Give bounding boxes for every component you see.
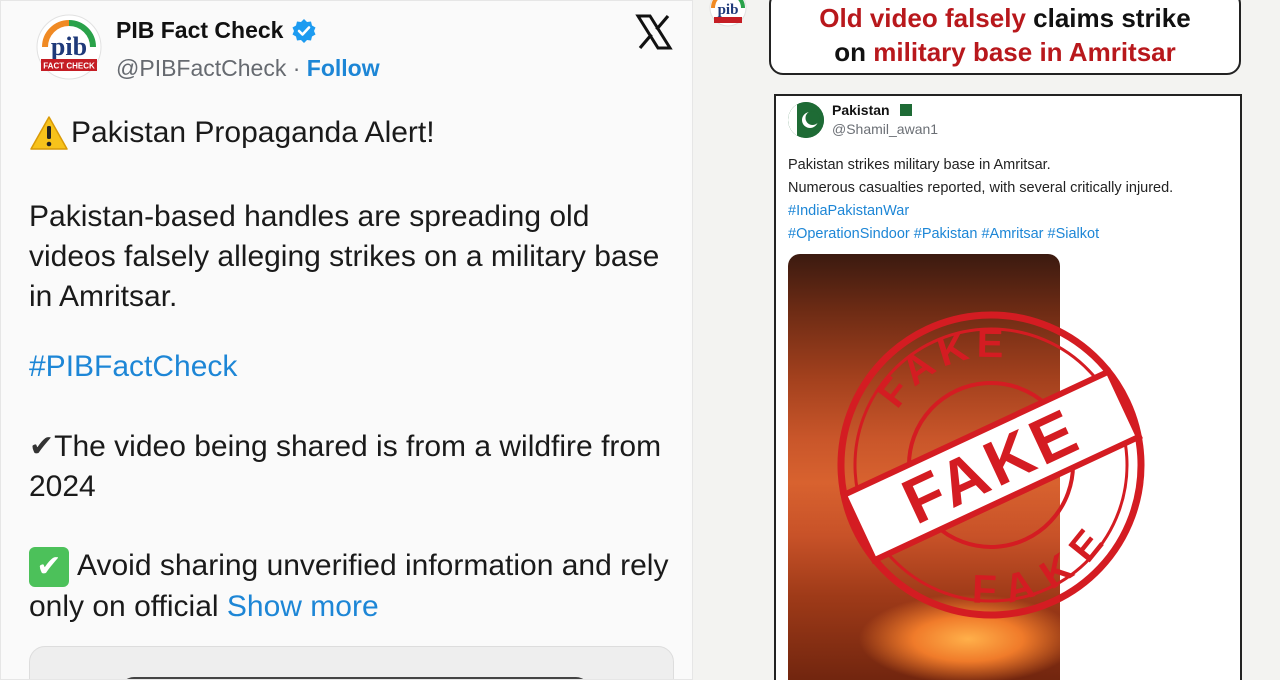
shared-hashtags-1: #IndiaPakistanWar [788, 203, 910, 219]
author-handle-row: @PIBFactCheck · Follow [116, 55, 380, 82]
pib-tweet-card: pib FACT CHECK PIB Fact Check @PIBFactCh… [0, 0, 693, 680]
headline-red-2: military base in Amritsar [873, 37, 1176, 67]
small-logo-text: pib [718, 2, 739, 18]
shared-post-text: Pakistan strikes military base in Amrits… [788, 154, 1238, 246]
author-handle[interactable]: @PIBFactCheck [116, 55, 286, 81]
author-name[interactable]: PIB Fact Check [116, 17, 283, 44]
green-check-icon: ✔ [29, 547, 69, 588]
verified-badge-icon [292, 18, 316, 43]
handle-separator: · [292, 55, 301, 81]
shared-line-1: Pakistan strikes military base in Amrits… [788, 157, 1051, 173]
show-more-link[interactable]: Show more [227, 590, 379, 623]
shared-hashtags-2: #OperationSindoor #Pakistan #Amritsar #S… [788, 226, 1100, 242]
check-mark-icon: ✔ [29, 429, 55, 464]
alert-text: Pakistan Propaganda Alert! [71, 116, 435, 149]
pakistan-flag-icon [895, 104, 912, 116]
avatar-logo-text: pib [51, 32, 87, 61]
shared-author-handle: @Shamil_awan1 [832, 121, 939, 137]
headline-banner: Old video falsely claims strike on milit… [769, 0, 1241, 75]
alert-line: Pakistan Propaganda Alert! [29, 113, 435, 153]
stamp-word-center: FAKE [892, 394, 1092, 538]
claim-text: Pakistan-based handles are spreading old… [29, 200, 660, 313]
shared-author-row: Pakistan [832, 102, 912, 118]
headline-dark-1: claims strike [1033, 3, 1191, 33]
video-source-text: The video being shared is from a wildfir… [29, 430, 662, 503]
author-name-row[interactable]: PIB Fact Check [116, 17, 317, 44]
hashtag-link[interactable]: #PIBFactCheck [29, 347, 237, 387]
headline-red-1: Old video falsely [819, 3, 1026, 33]
pib-logo-small: pib [709, 0, 747, 27]
follow-button[interactable]: Follow [307, 55, 380, 81]
fake-stamp: FAKE FAKE FAKE [837, 302, 1145, 630]
avatar-logo-subtext: FACT CHECK [43, 62, 95, 71]
factcheck-graphic: pib Old video falsely claims strike on m… [693, 0, 1280, 680]
video-source-line: ✔The video being shared is from a wildfi… [29, 427, 679, 507]
advice-line: ✔ Avoid sharing unverified information an… [29, 546, 679, 627]
headline-line-2: on military base in Amritsar [771, 35, 1239, 69]
pakistan-avatar [788, 102, 824, 138]
warning-icon [30, 116, 68, 150]
headline-line-1: Old video falsely claims strike [771, 1, 1239, 35]
shared-line-2: Numerous casualties reported, with sever… [788, 180, 1174, 196]
quoted-media-card[interactable] [29, 646, 674, 679]
shared-author-name: Pakistan [832, 102, 890, 118]
pib-avatar[interactable]: pib FACT CHECK [29, 13, 109, 81]
x-logo-icon[interactable] [635, 13, 673, 51]
headline-dark-2: on [834, 37, 867, 67]
